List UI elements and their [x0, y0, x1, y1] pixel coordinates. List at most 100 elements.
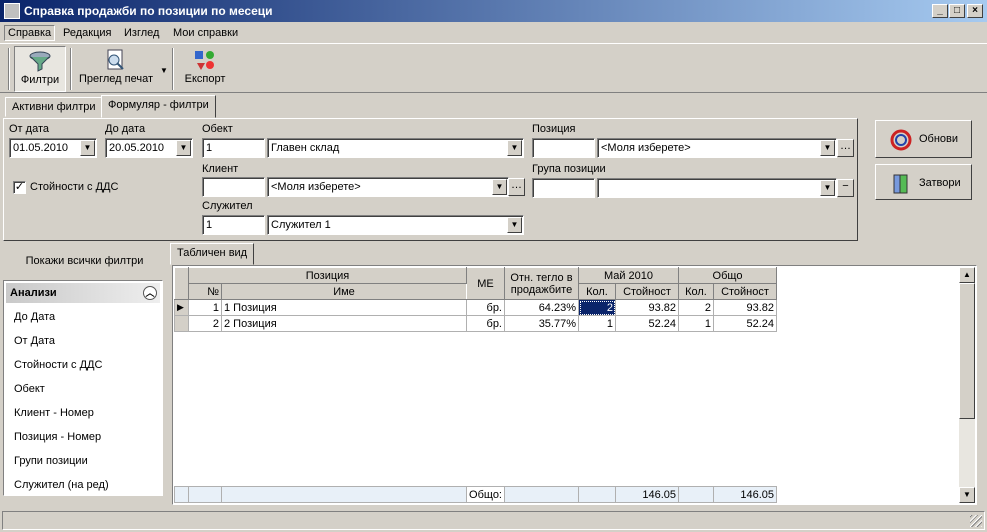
- export-button[interactable]: Експорт: [180, 46, 230, 92]
- employee-code-field[interactable]: 1: [202, 215, 265, 235]
- analyses-header-label: Анализи: [10, 287, 57, 299]
- close-button[interactable]: Затвори: [875, 164, 972, 200]
- cell-unit[interactable]: бр.: [466, 299, 505, 316]
- cell-total-value[interactable]: 52.24: [713, 315, 777, 332]
- table-row[interactable]: 2 2 Позиция бр. 35.77% 1 52.24 1 52.24: [174, 315, 777, 332]
- filters-button[interactable]: Филтри: [14, 46, 66, 92]
- print-preview-label: Преглед печат: [78, 73, 154, 85]
- employee-name-field[interactable]: Служител 1 ▼: [267, 215, 524, 235]
- vertical-scrollbar[interactable]: ▲ ▼: [959, 267, 975, 503]
- chevron-down-icon[interactable]: ▼: [820, 180, 835, 196]
- analysis-item[interactable]: Групи позиции: [14, 455, 88, 467]
- group-remove-button[interactable]: −: [837, 179, 854, 197]
- chevron-down-icon[interactable]: ▼: [80, 140, 95, 156]
- close-label: Затвори: [919, 177, 961, 189]
- menu-edit[interactable]: Редакция: [60, 25, 114, 41]
- analysis-item[interactable]: Стойности с ДДС: [14, 359, 102, 371]
- collapse-icon[interactable]: ︿: [143, 286, 157, 300]
- to-date-field[interactable]: 20.05.2010 ▼: [105, 138, 193, 158]
- analysis-item[interactable]: До Дата: [14, 311, 55, 323]
- employee-name-value: Служител 1: [271, 219, 331, 231]
- table-row[interactable]: ▶ 1 1 Позиция бр. 64.23% 2 93.82 2 93.82: [174, 299, 777, 316]
- client-code-field[interactable]: [202, 177, 265, 197]
- tab-form-filters[interactable]: Формуляр - филтри: [101, 95, 216, 118]
- chevron-down-icon[interactable]: ▼: [160, 66, 168, 75]
- employee-label: Служител: [202, 200, 253, 212]
- cell-name[interactable]: 2 Позиция: [221, 315, 467, 332]
- analysis-item[interactable]: Обект: [14, 383, 45, 395]
- chevron-down-icon[interactable]: ▼: [176, 140, 191, 156]
- data-grid[interactable]: Позиция МЕ Отн. тегло в продажбите Май 2…: [172, 265, 977, 505]
- analysis-item[interactable]: Служител (на ред): [14, 479, 109, 491]
- print-preview-button[interactable]: Преглед печат: [76, 46, 156, 92]
- object-name-field[interactable]: Главен склад ▼: [267, 138, 524, 158]
- chevron-down-icon[interactable]: ▼: [492, 179, 507, 195]
- total-header: Общо: [678, 267, 777, 284]
- position-name-field[interactable]: <Моля изберете> ▼: [597, 138, 837, 158]
- tab-active-filters[interactable]: Активни филтри: [5, 97, 103, 117]
- object-label: Обект: [202, 123, 233, 135]
- resize-grip-icon[interactable]: [970, 515, 982, 527]
- analysis-item[interactable]: Позиция - Номер: [14, 431, 101, 443]
- cell-total-qty[interactable]: 2: [678, 299, 714, 316]
- object-code-field[interactable]: 1: [202, 138, 265, 158]
- chevron-down-icon[interactable]: ▼: [507, 217, 522, 233]
- to-date-label: До дата: [105, 123, 146, 135]
- show-all-filters-button[interactable]: Покажи всички филтри: [3, 251, 166, 271]
- cell-no[interactable]: 1: [188, 299, 222, 316]
- from-date-label: От дата: [9, 123, 49, 135]
- client-name-field[interactable]: <Моля изберете> ▼: [267, 177, 509, 197]
- maximize-button[interactable]: □: [949, 4, 965, 18]
- scroll-down-icon[interactable]: ▼: [959, 487, 975, 503]
- cell-weight[interactable]: 64.23%: [504, 299, 579, 316]
- report-window: Справка продажби по позиции по месеци _ …: [0, 0, 987, 532]
- toolbar-separator: [172, 48, 174, 90]
- may-header: Май 2010: [578, 267, 679, 284]
- client-browse-button[interactable]: …: [508, 178, 525, 196]
- may-qty-header: Кол.: [578, 283, 616, 300]
- minimize-button[interactable]: _: [932, 4, 948, 18]
- scroll-up-icon[interactable]: ▲: [959, 267, 975, 283]
- cell-may-value[interactable]: 93.82: [615, 299, 679, 316]
- cell-may-qty[interactable]: 2: [578, 299, 616, 316]
- cell-total-value[interactable]: 93.82: [713, 299, 777, 316]
- tab-table-view[interactable]: Табличен вид: [170, 243, 255, 265]
- group-name-field[interactable]: ▼: [597, 178, 837, 198]
- from-date-field[interactable]: 01.05.2010 ▼: [9, 138, 97, 158]
- menu-report[interactable]: Справка: [4, 25, 56, 41]
- cell-name[interactable]: 1 Позиция: [221, 299, 467, 316]
- may-value-header: Стойност: [615, 283, 679, 300]
- vat-checkbox[interactable]: ✓: [13, 181, 26, 194]
- cell-may-value[interactable]: 52.24: [615, 315, 679, 332]
- export-icon: [195, 51, 214, 70]
- close-window-button[interactable]: ×: [967, 4, 983, 18]
- position-code-field[interactable]: [532, 138, 595, 158]
- analyses-header[interactable]: Анализи ︿: [6, 283, 160, 303]
- chevron-down-icon[interactable]: ▼: [507, 140, 522, 156]
- scroll-thumb[interactable]: [959, 283, 975, 419]
- window-title: Справка продажби по позиции по месеци: [24, 4, 273, 18]
- cell-may-qty[interactable]: 1: [578, 315, 616, 332]
- no-header: №: [188, 283, 222, 300]
- analyses-list: Анализи ︿ До Дата От Дата Стойности с ДДС…: [3, 280, 163, 496]
- weight-header: Отн. тегло в продажбите: [504, 267, 579, 300]
- total-qty-header: Кол.: [678, 283, 714, 300]
- group-code-field[interactable]: [532, 178, 595, 198]
- cell-total-qty[interactable]: 1: [678, 315, 714, 332]
- cell-weight[interactable]: 35.77%: [504, 315, 579, 332]
- filter-form: От дата 01.05.2010 ▼ До дата 20.05.2010 ▼ …: [3, 118, 858, 241]
- chevron-down-icon[interactable]: ▼: [820, 140, 835, 156]
- menu-view[interactable]: Изглед: [121, 25, 162, 41]
- cell-no[interactable]: 2: [188, 315, 222, 332]
- print-preview-icon: [107, 49, 124, 70]
- row-indicator: [174, 315, 189, 332]
- position-browse-button[interactable]: …: [837, 139, 854, 157]
- client-label: Клиент: [202, 163, 239, 175]
- cell-unit[interactable]: бр.: [466, 315, 505, 332]
- analysis-item[interactable]: От Дата: [14, 335, 55, 347]
- menu-my-reports[interactable]: Мои справки: [170, 25, 241, 41]
- analysis-item[interactable]: Клиент - Номер: [14, 407, 94, 419]
- client-name-value: <Моля изберете>: [271, 181, 361, 193]
- refresh-button[interactable]: Обнови: [875, 120, 972, 158]
- position-header: Позиция: [188, 267, 467, 284]
